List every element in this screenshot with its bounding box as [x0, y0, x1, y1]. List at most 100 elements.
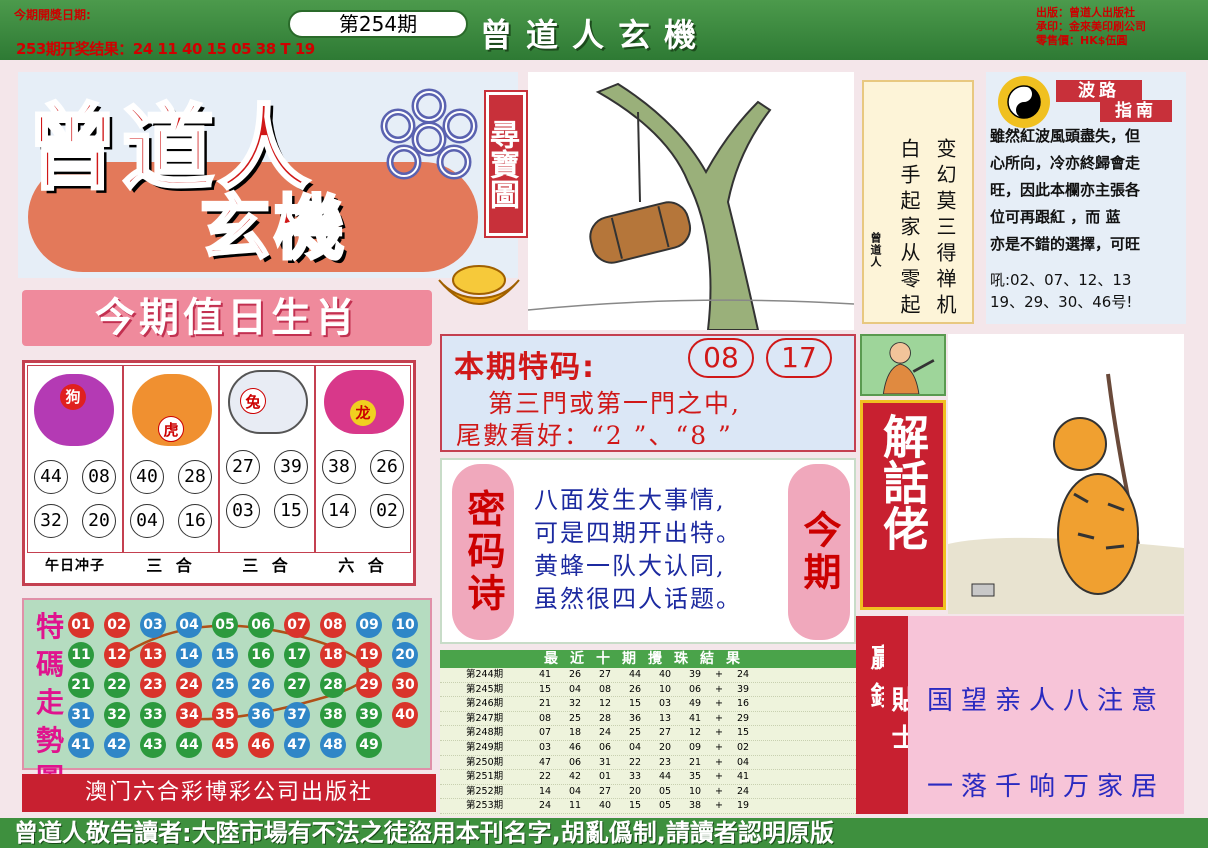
draw-cell: 49	[688, 698, 702, 710]
draw-cell: 21	[538, 698, 552, 710]
draw-cell: 20	[628, 785, 642, 797]
trend-ball: 29	[356, 672, 382, 698]
trend-ball: 21	[68, 672, 94, 698]
rings-logo	[380, 88, 478, 180]
draw-cell: 25	[628, 727, 642, 739]
guide-line: 雖然紅波風頭盡失，但	[990, 127, 1141, 145]
poem-line: 白手起家从零起	[897, 138, 921, 320]
guide-line: 位可再跟紅 ，而 蓝	[990, 208, 1121, 226]
draws-heading: 最近十期攪珠結果	[440, 650, 856, 668]
draw-cell: 第248期	[466, 727, 504, 739]
trend-ball: 13	[140, 642, 166, 668]
secret-poem-panel: 密码诗 今期 八面发生大事情, 可是四期开出特。 黄蜂一队大认同, 虽然很四人话…	[440, 458, 856, 644]
draw-cell: 15	[736, 727, 750, 739]
draw-row: 第247期 08 25 28 36 13 41 +29	[440, 712, 856, 727]
trend-chart: 特 碼 走 勢 圖 01 02 03 04 05 06 07 08 09 10 11 12 13 14 15…	[22, 598, 432, 795]
draw-cell: 18	[568, 727, 582, 739]
draw-row: 第250期 47 06 31 22 23 21 +04	[440, 756, 856, 771]
zodiac-number: 15	[274, 494, 308, 528]
draw-cell: 31	[598, 756, 612, 768]
draw-cell: 44	[658, 771, 672, 783]
zodiac-number: 20	[82, 504, 116, 538]
trend-label-char: 碼	[35, 648, 64, 681]
draw-cell: 29	[736, 712, 750, 724]
trend-ball: 40	[392, 702, 418, 728]
trend-ball: 11	[68, 642, 94, 668]
draw-cell: 05	[658, 800, 672, 812]
trend-ball: 35	[212, 702, 238, 728]
draw-cell: 第252期	[466, 785, 504, 797]
trend-ball: 46	[248, 732, 274, 758]
special-code-2: 17	[766, 338, 832, 378]
draw-cell: +	[715, 741, 723, 753]
draw-cell: 16	[736, 698, 750, 710]
next-draw-label: 今期開獎日期:	[14, 8, 91, 22]
zodiac-number: 08	[82, 460, 116, 494]
draw-cell: +	[715, 800, 723, 812]
draw-cell: 03	[658, 698, 672, 710]
price-line: 零售價：HK$伍圓	[1036, 34, 1128, 47]
man-cartoon	[860, 334, 946, 396]
secret-poem-line: 黄蜂一队大认同,	[534, 552, 726, 580]
trend-label-char: 特	[35, 610, 64, 643]
secret-poem-line: 八面发生大事情,	[534, 486, 726, 514]
trend-ball: 23	[140, 672, 166, 698]
draw-cell: 41	[688, 712, 702, 724]
draw-cell: 第244期	[466, 669, 504, 680]
zodiac-cell-tiger: 虎 40 28 04 16	[123, 365, 219, 553]
draw-cell: 第253期	[466, 800, 504, 812]
draw-cell: 12	[688, 727, 702, 739]
draw-cell: 44	[628, 669, 642, 680]
this-issue-label: 今期	[788, 464, 850, 640]
zodiac-number: 04	[130, 504, 164, 538]
last-result: 253期开奖结果：24 11 40 15 05 38 T 19	[16, 40, 315, 58]
zodiac-grid: 狗 44 08 32 20 虎 40 28 04 16 兔 27 39 03 1…	[22, 360, 416, 586]
draw-cell: +	[715, 669, 723, 680]
zodiac-label: 六 合	[338, 556, 388, 575]
trend-label: 特 碼 走 勢 圖	[30, 608, 70, 798]
draw-cell: 25	[568, 712, 582, 724]
trend-ball: 07	[284, 612, 310, 638]
trend-ball: 22	[104, 672, 130, 698]
draw-cell: 04	[568, 785, 582, 797]
draw-cell: 36	[628, 712, 642, 724]
rabbit-icon: 兔	[228, 370, 308, 434]
trend-ball: 31	[68, 702, 94, 728]
guide-subtitle: 指南	[1100, 100, 1172, 122]
draw-cell: 46	[568, 741, 582, 753]
zodiac-number: 40	[130, 460, 164, 494]
draws-rows: 第244期 41 26 27 44 40 39 +24 第245期 15 04 08 26 10 06 +39…	[440, 668, 856, 814]
zodiac-number: 44	[34, 460, 68, 494]
tiger-tag: 虎	[158, 416, 184, 442]
trend-ball: 03	[140, 612, 166, 638]
ball-grid: 01 02 03 04 05 06 07 08 09 10 11 12 13 14 15 16 17 18 19 20…	[68, 612, 428, 772]
draw-cell: 39	[736, 683, 750, 695]
draw-cell: 10	[658, 683, 672, 695]
zodiac-number: 39	[274, 450, 308, 484]
draw-cell: 21	[688, 756, 702, 768]
dragon-icon: 龙	[324, 370, 404, 434]
draw-cell: 06	[568, 756, 582, 768]
trend-ball: 17	[284, 642, 310, 668]
jiehua-text: 解話佬	[876, 413, 930, 551]
poem-column: 变幻莫三得禅机 白手起家从零起 曾道人	[862, 80, 974, 324]
trend-ball: 27	[284, 672, 310, 698]
trend-ball: 18	[320, 642, 346, 668]
tiger-illustration	[948, 334, 1184, 614]
draw-cell: 13	[658, 712, 672, 724]
draw-cell: 28	[598, 712, 612, 724]
issue-number: 第254期	[288, 10, 468, 38]
draw-cell: 26	[628, 683, 642, 695]
draw-row: 第245期 15 04 08 26 10 06 +39	[440, 683, 856, 698]
draw-cell: 04	[736, 756, 750, 768]
trend-ball: 44	[176, 732, 202, 758]
draw-cell: 40	[658, 669, 672, 680]
zodiac-cell-rabbit: 兔 27 39 03 15	[219, 365, 315, 553]
trend-ball: 43	[140, 732, 166, 758]
trend-ball: 30	[392, 672, 418, 698]
draw-cell: 04	[628, 741, 642, 753]
zodiac-number: 28	[178, 460, 212, 494]
draw-cell: 40	[598, 800, 612, 812]
draw-cell: 19	[736, 800, 750, 812]
draw-cell: 07	[538, 727, 552, 739]
